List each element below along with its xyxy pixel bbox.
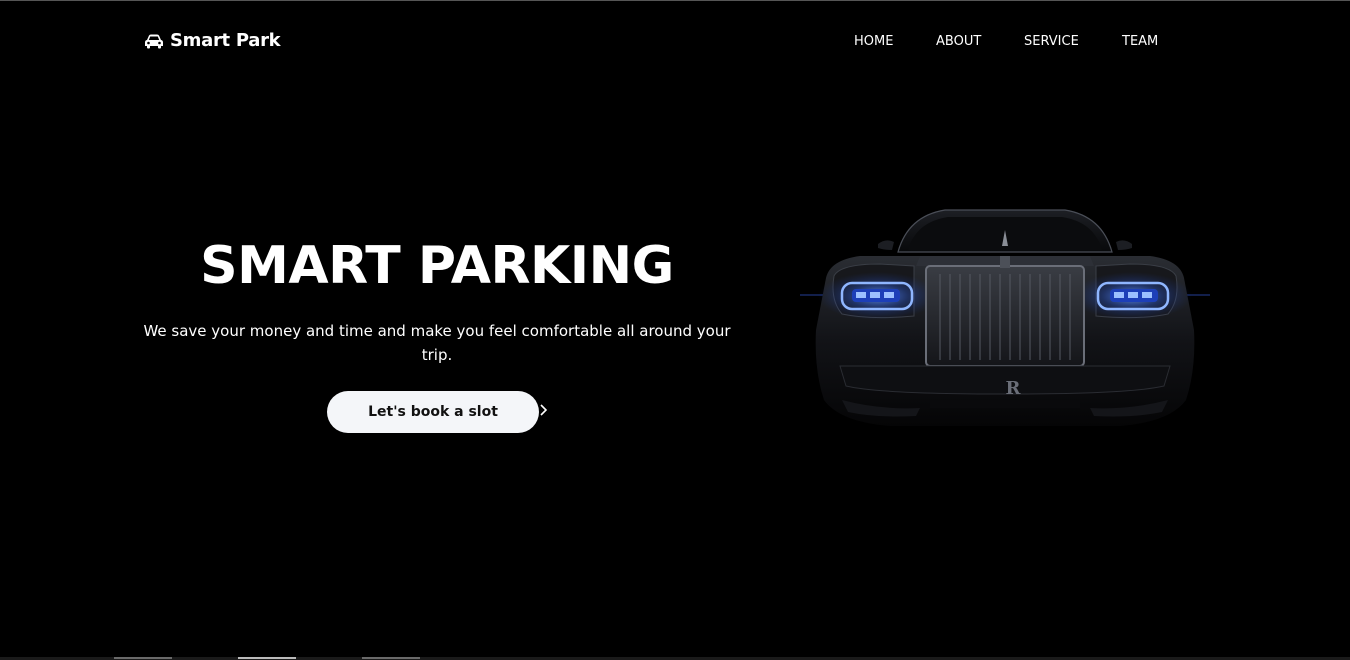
svg-text:R: R xyxy=(1006,378,1022,399)
luxury-car-front-image: R xyxy=(790,190,1220,450)
nav-link-service[interactable]: SERVICE xyxy=(1024,34,1122,49)
book-slot-button[interactable]: Let's book a slot xyxy=(327,391,539,433)
car-icon xyxy=(144,33,164,49)
hero-subtitle: We save your money and time and make you… xyxy=(143,322,731,364)
landing-page: Smart Park HOME ABOUT SERVICE TEAM SMART… xyxy=(0,0,1350,660)
hero-title: SMART PARKING xyxy=(200,236,674,296)
nav-link-team[interactable]: TEAM xyxy=(1122,34,1162,49)
nav-link-about[interactable]: ABOUT xyxy=(936,34,1024,49)
chevron-right-icon[interactable] xyxy=(538,402,550,418)
top-navbar: Smart Park HOME ABOUT SERVICE TEAM xyxy=(0,28,1350,56)
brand-name: Smart Park xyxy=(170,30,281,51)
nav-menu: HOME ABOUT SERVICE TEAM xyxy=(854,34,1162,49)
top-border xyxy=(0,0,1350,1)
brand-logo[interactable]: Smart Park xyxy=(144,30,281,51)
nav-link-home[interactable]: HOME xyxy=(854,34,936,49)
